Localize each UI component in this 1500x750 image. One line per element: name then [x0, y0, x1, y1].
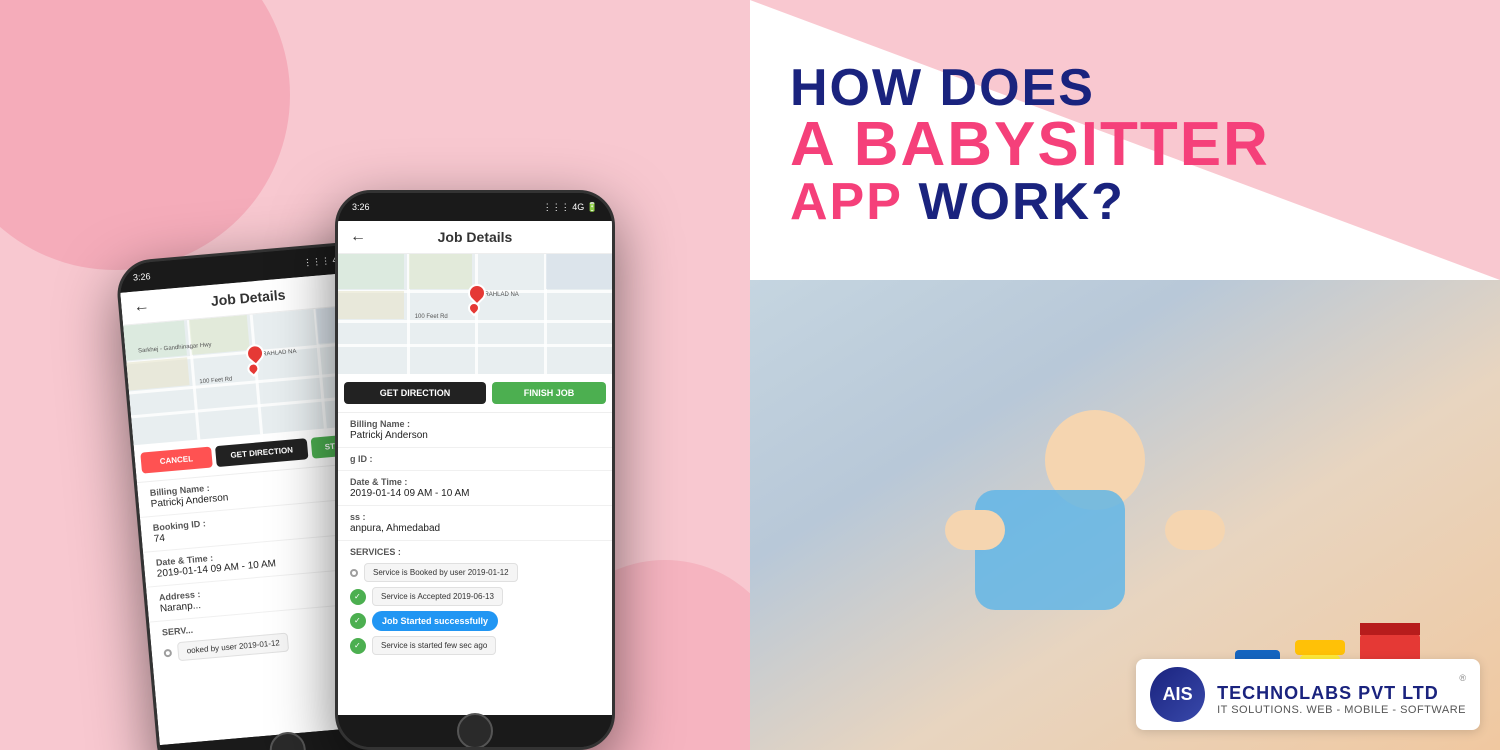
phone2-checkmark-3: ✓ [354, 617, 362, 625]
phone2-datetime-value: 2019-01-14 09 AM - 10 AM [350, 488, 600, 499]
toy-yellow-top [1295, 640, 1345, 655]
headline-how: HOW DOES [790, 62, 1460, 114]
phone2-service-item-3: ✓ Job Started successfully [350, 611, 600, 631]
registered-mark: ® [1459, 673, 1466, 683]
phone2-details: Billing Name : Patrickj Anderson g ID : … [338, 413, 612, 715]
phone2-service-item-2: ✓ Service is Accepted 2019-06-13 [350, 587, 600, 606]
phone2-services: SERVICES : Service is Booked by user 201… [338, 541, 612, 666]
phone2-booking-row: g ID : [338, 448, 612, 471]
left-section: 3:26 ⋮⋮⋮ 4G 🔋 ← Job Details [0, 0, 750, 750]
phone2-service-check-3: ✓ [350, 613, 366, 629]
phone2-service-check-4: ✓ [350, 638, 366, 654]
phone1-service-bubble-1: ooked by user 2019-01-12 [177, 633, 290, 662]
phone2-get-direction-button[interactable]: GET DIRECTION [344, 382, 486, 404]
phone2-service-dot-1 [350, 569, 358, 577]
phone2-address-label: ss : [350, 512, 600, 522]
baby-figure [945, 410, 1245, 690]
toy-bucket-rim [1360, 623, 1420, 635]
company-name-main: TECHNOLABS PVT LTD [1217, 683, 1466, 704]
phone2-datetime-row: Date & Time : 2019-01-14 09 AM - 10 AM [338, 471, 612, 506]
phone1-back-arrow[interactable]: ← [133, 297, 151, 316]
headline-container: HOW DOES A BABYSITTER APP WORK? [790, 62, 1460, 228]
phone2-back-arrow[interactable]: ← [350, 228, 366, 246]
phone2-status-bar: 3:26 ⋮⋮⋮ 4G 🔋 [338, 193, 612, 221]
company-name-block: ® TECHNOLABS PVT LTD IT SOLUTIONS. WEB -… [1217, 673, 1466, 716]
phone2-service-bubble-1: Service is Booked by user 2019-01-12 [364, 563, 518, 582]
map2-label-100feet: 100 Feet Rd [415, 314, 448, 320]
baby-left-arm [945, 510, 1005, 550]
phone1-map-pin [245, 344, 261, 363]
phone2-booking-label: g ID : [350, 454, 600, 464]
phone2-title: Job Details [438, 229, 513, 245]
phone2-address-row: ss : anpura, Ahmedabad [338, 506, 612, 541]
phone2-billing-row: Billing Name : Patrickj Anderson [338, 413, 612, 448]
headline-app-work: APP WORK? [790, 176, 1460, 228]
phone2-service-bubble-active: Job Started successfully [372, 611, 498, 631]
right-section: HOW DOES A BABYSITTER APP WORK? [750, 0, 1500, 750]
phone2-time: 3:26 [352, 202, 370, 212]
headline-area: HOW DOES A BABYSITTER APP WORK? [750, 0, 1500, 280]
ais-logo-circle: AIS [1150, 667, 1205, 722]
baby-photo-area: AIS ® TECHNOLABS PVT LTD IT SOLUTIONS. W… [750, 280, 1500, 750]
phones-scene: 3:26 ⋮⋮⋮ 4G 🔋 ← Job Details [20, 190, 730, 750]
headline-babysitter: A BABYSITTER [790, 114, 1460, 176]
cancel-button[interactable]: CANCEL [140, 447, 212, 474]
phone2-service-item-1: Service is Booked by user 2019-01-12 [350, 563, 600, 582]
headline-work: WORK? [918, 173, 1124, 231]
phone2-services-label: SERVICES : [350, 547, 600, 557]
phone2-datetime-label: Date & Time : [350, 477, 600, 487]
company-tagline: IT SOLUTIONS. WEB - MOBILE - SOFTWARE [1217, 704, 1466, 716]
phone2-map: PRAHLAD NA 100 Feet Rd [338, 254, 612, 374]
phone1-service-dot [163, 648, 172, 657]
phone1-time: 3:26 [133, 271, 151, 282]
phone2-action-buttons: GET DIRECTION FINISH JOB [338, 374, 612, 413]
phone2-checkmark-4: ✓ [354, 642, 362, 650]
phone1-title: Job Details [210, 287, 286, 309]
phone2-checkmark-2: ✓ [354, 593, 362, 601]
phone2-map-pin [468, 284, 482, 302]
phone-2: 3:26 ⋮⋮⋮ 4G 🔋 ← Job Details [335, 190, 615, 750]
headline-app: APP [790, 173, 902, 231]
company-logo-area: AIS ® TECHNOLABS PVT LTD IT SOLUTIONS. W… [1136, 659, 1480, 730]
phone2-service-item-4: ✓ Service is started few sec ago [350, 636, 600, 655]
phone2-header: ← Job Details [338, 221, 612, 254]
phone2-home-bar [338, 715, 612, 747]
phone-2-wrapper: 3:26 ⋮⋮⋮ 4G 🔋 ← Job Details [335, 190, 615, 750]
phone2-signal: ⋮⋮⋮ 4G 🔋 [543, 202, 598, 213]
baby-right-arm [1165, 510, 1225, 550]
phone2-service-check-2: ✓ [350, 589, 366, 605]
phone2-service-bubble-4: Service is started few sec ago [372, 636, 496, 655]
phone2-billing-label: Billing Name : [350, 419, 600, 429]
ais-logo-text: AIS [1163, 684, 1193, 705]
phone2-billing-value: Patrickj Anderson [350, 430, 600, 441]
baby-body [975, 490, 1125, 610]
phone2-finish-job-button[interactable]: FINISH JOB [492, 382, 606, 404]
phone2-service-bubble-2: Service is Accepted 2019-06-13 [372, 587, 503, 606]
phone2-screen: ← Job Details [338, 221, 612, 715]
get-direction-button[interactable]: GET DIRECTION [215, 438, 309, 467]
logo-wrapper: AIS [1150, 667, 1205, 722]
phone2-address-value: anpura, Ahmedabad [350, 523, 600, 534]
phone2-home-button[interactable] [457, 713, 493, 749]
